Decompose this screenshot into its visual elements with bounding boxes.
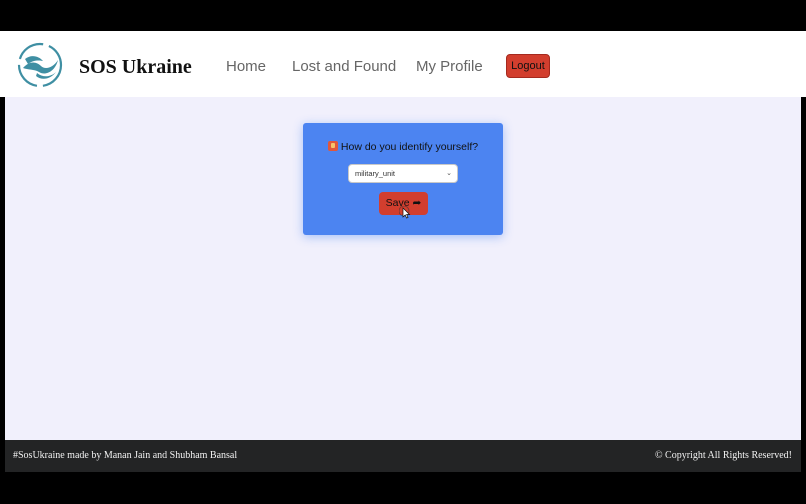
footer-copyright: © Copyright All Rights Reserved! bbox=[654, 450, 792, 461]
mouse-pointer-icon bbox=[398, 205, 413, 220]
identity-question-text: How do you identify yourself? bbox=[340, 141, 479, 153]
identity-question: How do you identify yourself? bbox=[303, 141, 503, 153]
footer: #SosUkraine made by Manan Jain and Shubh… bbox=[5, 440, 801, 472]
chevron-down-icon: ⌄ bbox=[446, 170, 452, 177]
doves-logo-icon[interactable] bbox=[15, 42, 65, 88]
letterbox-bottom bbox=[0, 472, 806, 504]
identity-select[interactable]: military_unit ⌄ bbox=[348, 164, 458, 183]
nav-my-profile[interactable]: My Profile bbox=[416, 57, 483, 77]
top-navbar: SOS Ukraine Home Lost and Found My Profi… bbox=[0, 31, 806, 97]
identity-form-card: How do you identify yourself? military_u… bbox=[303, 123, 503, 235]
identity-select-value: military_unit bbox=[355, 169, 396, 178]
brand-title[interactable]: SOS Ukraine bbox=[79, 55, 192, 79]
logout-button[interactable]: Logout bbox=[506, 54, 550, 78]
id-badge-icon bbox=[327, 141, 338, 151]
letterbox-top bbox=[0, 0, 806, 31]
footer-credits: #SosUkraine made by Manan Jain and Shubh… bbox=[13, 450, 238, 461]
main-content: How do you identify yourself? military_u… bbox=[5, 97, 801, 440]
nav-home[interactable]: Home bbox=[226, 57, 266, 77]
nav-lost-and-found[interactable]: Lost and Found bbox=[292, 57, 396, 77]
arrow-right-icon: ➦ bbox=[412, 197, 422, 209]
